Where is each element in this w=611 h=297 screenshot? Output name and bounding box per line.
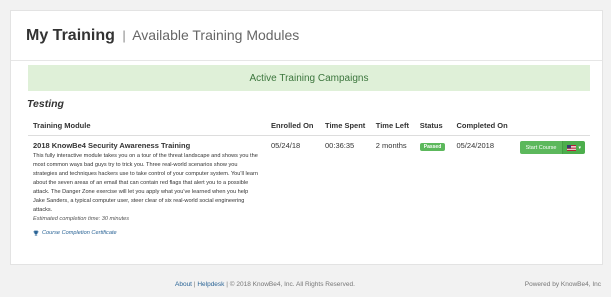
table-header-row: Training Module Enrolled On Time Spent T… — [28, 115, 590, 136]
page-title: My Training | Available Training Modules — [26, 27, 299, 45]
course-certificate-label[interactable]: Course Completion Certificate — [42, 230, 117, 236]
copyright-text: © 2018 KnowBe4, Inc. All Rights Reserved… — [229, 281, 355, 288]
column-header-actions — [514, 115, 590, 136]
powered-by-text: Powered by KnowBe4, Inc — [524, 281, 601, 288]
page-title-main: My Training — [26, 27, 115, 44]
start-course-button-group: Start Course ▾ — [519, 141, 585, 154]
footer-separator: | — [226, 281, 228, 288]
column-header-completed-on: Completed On — [451, 115, 515, 136]
column-header-time-spent: Time Spent — [320, 115, 371, 136]
table-row: 2018 KnowBe4 Security Awareness Training… — [28, 136, 590, 242]
title-separator: | — [122, 28, 126, 43]
training-panel: My Training | Available Training Modules… — [10, 10, 603, 265]
about-link[interactable]: About — [175, 281, 192, 288]
helpdesk-link[interactable]: Helpdesk — [197, 281, 224, 288]
trophy-icon — [33, 230, 39, 236]
completed-on-cell: 05/24/2018 — [456, 141, 495, 150]
status-badge: Passed — [419, 143, 446, 151]
campaign-section-title: Testing — [27, 98, 64, 110]
us-flag-icon — [567, 144, 577, 151]
module-name: 2018 KnowBe4 Security Awareness Training — [33, 141, 191, 150]
enrolled-on-cell: 05/24/18 — [271, 141, 301, 150]
module-cell: 2018 KnowBe4 Security Awareness Training… — [28, 136, 266, 242]
time-left-cell: 2 months — [375, 141, 407, 150]
course-certificate-link[interactable]: Course Completion Certificate — [33, 230, 261, 236]
column-header-enrolled-on: Enrolled On — [266, 115, 321, 136]
actions-cell: Start Course ▾ — [515, 136, 590, 242]
column-header-time-left: Time Left — [370, 115, 415, 136]
chevron-down-icon: ▾ — [578, 144, 581, 151]
status-cell: Passed — [415, 136, 452, 242]
page-subtitle: Available Training Modules — [132, 27, 300, 43]
column-header-training-module: Training Module — [28, 115, 266, 136]
training-modules-table: Training Module Enrolled On Time Spent T… — [28, 115, 590, 241]
panel-header: My Training | Available Training Modules — [11, 11, 602, 61]
start-course-button[interactable]: Start Course — [519, 141, 563, 154]
footer-links: About | Helpdesk | © 2018 KnowBe4, Inc. … — [175, 281, 355, 288]
time-spent-cell: 00:36:35 — [325, 141, 355, 150]
footer-separator: | — [193, 281, 196, 288]
column-header-status: Status — [414, 115, 452, 136]
module-description: This fully interactive module takes you … — [33, 153, 258, 214]
active-campaigns-banner: Active Training Campaigns — [28, 65, 590, 91]
language-dropdown-button[interactable]: ▾ — [562, 141, 585, 154]
estimated-completion-time: Estimated completion time: 30 minutes — [33, 216, 130, 223]
